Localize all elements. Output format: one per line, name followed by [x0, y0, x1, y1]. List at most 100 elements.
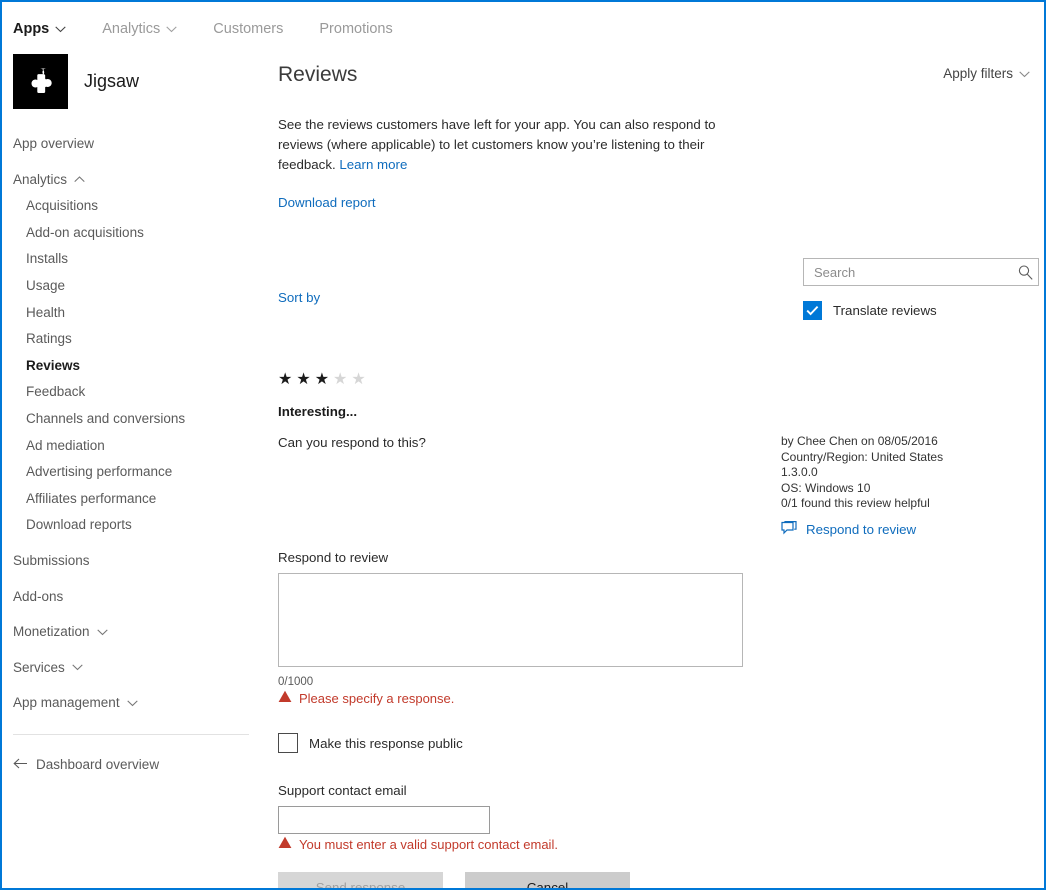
chevron-down-icon	[166, 26, 177, 33]
sidebar-item-label: Reviews	[26, 357, 81, 373]
sidebar-item-label: Ratings	[26, 331, 72, 347]
support-email-label: Support contact email	[278, 783, 407, 798]
cancel-button[interactable]: Cancel	[465, 872, 630, 888]
topnav-item-analytics[interactable]: Analytics	[102, 21, 177, 37]
review-os: OS: Windows 10	[781, 480, 871, 495]
sidebar-item-label: Dashboard overview	[36, 756, 160, 772]
app-header: Jigsaw	[2, 54, 260, 109]
review-item: ★★★★★ Interesting... Can you respond to …	[278, 372, 778, 451]
review-body: Can you respond to this?	[278, 435, 426, 450]
sidebar-item-services[interactable]: Services	[2, 655, 260, 682]
download-report-link[interactable]: Download report	[278, 195, 376, 210]
star-rating: ★★★★★	[278, 372, 778, 388]
sidebar-item-health[interactable]: Health	[2, 300, 260, 327]
sidebar-item-app-overview[interactable]: App overview	[2, 131, 260, 158]
comment-bubble-icon	[781, 521, 797, 538]
apply-filters-button[interactable]: Apply filters	[943, 66, 1030, 81]
topnav-label: Customers	[213, 21, 284, 37]
sidebar-item-reviews[interactable]: Reviews	[2, 353, 260, 380]
support-email-error-text: You must enter a valid support contact e…	[299, 836, 558, 852]
sidebar-group-analytics[interactable]: Analytics	[2, 167, 260, 194]
respond-form: Respond to review 0/1000 Please specify …	[278, 550, 758, 888]
chevron-up-icon	[74, 176, 85, 183]
star-filled-icon: ★	[314, 371, 334, 388]
respond-error-text: Please specify a response.	[299, 690, 455, 706]
respond-textarea[interactable]	[278, 573, 743, 667]
sidebar-item-feedback[interactable]: Feedback	[2, 379, 260, 406]
make-response-public-checkbox[interactable]	[278, 733, 298, 753]
chevron-down-icon	[55, 26, 66, 33]
sidebar-item-installs[interactable]: Installs	[2, 246, 260, 273]
sidebar-item-label: Download reports	[26, 517, 132, 533]
arrow-left-icon	[13, 757, 28, 771]
learn-more-link[interactable]: Learn more	[339, 157, 407, 172]
sidebar-item-acquisitions[interactable]: Acquisitions	[2, 193, 260, 220]
sidebar-item-label: App management	[13, 695, 120, 711]
app-window: Apps Analytics Customers Promotions Jigs…	[0, 0, 1046, 890]
sidebar-item-label: App overview	[13, 136, 95, 151]
sidebar-item-label: Acquisitions	[26, 198, 99, 214]
sidebar-item-ad-mediation[interactable]: Ad mediation	[2, 433, 260, 460]
chevron-down-icon	[1019, 71, 1030, 78]
respond-to-review-label: Respond to review	[806, 522, 917, 537]
star-filled-icon: ★	[278, 371, 297, 388]
apply-filters-label: Apply filters	[943, 66, 1013, 81]
topnav-label: Analytics	[102, 21, 161, 37]
sidebar-item-label: Affiliates performance	[26, 490, 157, 506]
sort-by-button[interactable]: Sort by	[278, 290, 320, 305]
sidebar-item-label: Channels and conversions	[26, 410, 186, 426]
chevron-down-icon	[96, 629, 108, 636]
translate-reviews-label: Translate reviews	[833, 303, 937, 318]
sidebar-item-affiliates-performance[interactable]: Affiliates performance	[2, 486, 260, 513]
sidebar-item-add-on-acquisitions[interactable]: Add-on acquisitions	[2, 220, 260, 247]
translate-reviews-checkbox[interactable]	[803, 301, 822, 320]
sidebar-item-label: Health	[26, 304, 66, 320]
support-email-input[interactable]	[278, 806, 490, 834]
topnav-item-promotions[interactable]: Promotions	[319, 21, 392, 37]
review-author: by Chee Chen on 08/05/2016	[781, 434, 938, 448]
topnav-label: Promotions	[319, 21, 393, 37]
support-email-error-message: You must enter a valid support contact e…	[278, 836, 758, 852]
warning-triangle-icon	[278, 690, 292, 706]
topnav-item-apps[interactable]: Apps	[13, 21, 66, 37]
sidebar-item-label: Analytics	[13, 171, 68, 187]
sidebar-item-advertising-performance[interactable]: Advertising performance	[2, 459, 260, 486]
sidebar-item-label: Monetization	[13, 624, 90, 640]
sidebar-item-submissions[interactable]: Submissions	[2, 548, 260, 575]
review-country: Country/Region: United States	[781, 449, 944, 464]
translate-reviews-row: Translate reviews	[803, 301, 1039, 320]
sidebar-divider	[13, 733, 249, 735]
respond-to-review-link[interactable]: Respond to review	[781, 521, 916, 538]
sidebar-item-label: Usage	[26, 277, 66, 293]
form-actions: Send response Cancel	[278, 872, 758, 888]
sidebar-item-label: Installs	[26, 251, 69, 267]
sidebar-item-download-reports[interactable]: Download reports	[2, 512, 260, 539]
star-filled-icon: ★	[296, 371, 315, 388]
review-helpful-count: 0/1 found this review helpful	[781, 496, 930, 510]
sidebar-nav: App overview Analytics Acquisitions Add-…	[2, 131, 260, 772]
respond-textarea-label: Respond to review	[278, 550, 389, 565]
make-public-row: Make this response public	[278, 733, 758, 753]
sidebar-item-dashboard-overview[interactable]: Dashboard overview	[2, 757, 260, 772]
sidebar-item-channels-and-conversions[interactable]: Channels and conversions	[2, 406, 260, 433]
sidebar-item-app-management[interactable]: App management	[2, 690, 260, 717]
top-navigation: Apps Analytics Customers Promotions	[2, 14, 429, 44]
send-response-button[interactable]: Send response	[278, 872, 443, 888]
search-box	[803, 258, 1039, 286]
topnav-label: Apps	[13, 21, 50, 37]
respond-error-message: Please specify a response.	[278, 690, 758, 706]
review-app-version: 1.3.0.0	[781, 465, 818, 479]
sidebar-item-ratings[interactable]: Ratings	[2, 326, 260, 353]
search-icon[interactable]	[1012, 259, 1038, 285]
jigsaw-puzzle-piece-icon	[13, 54, 68, 109]
sidebar-item-add-ons[interactable]: Add-ons	[2, 584, 260, 611]
search-input[interactable]	[804, 259, 1012, 285]
topnav-item-customers[interactable]: Customers	[213, 21, 283, 37]
sidebar-item-monetization[interactable]: Monetization	[2, 619, 260, 646]
intro-text: See the reviews customers have left for …	[278, 115, 748, 175]
review-metadata: by Chee Chen on 08/05/2016 Country/Regio…	[781, 434, 943, 512]
sidebar-item-usage[interactable]: Usage	[2, 273, 260, 300]
